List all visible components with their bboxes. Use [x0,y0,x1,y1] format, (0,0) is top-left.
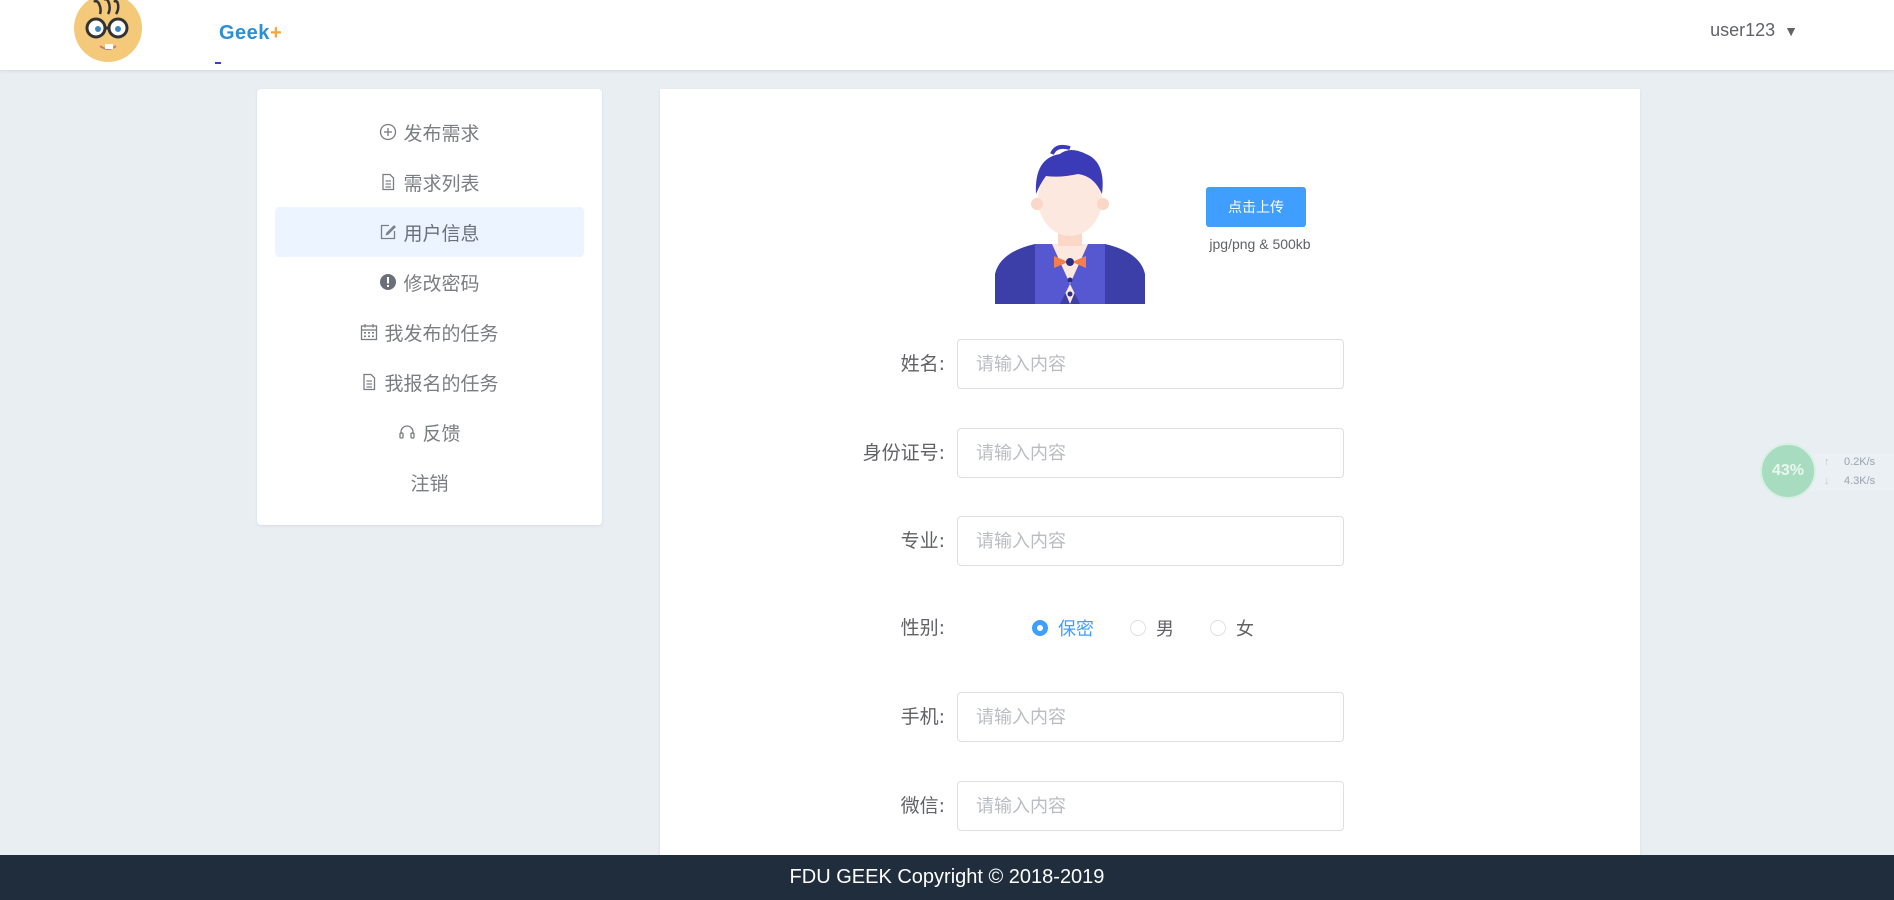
sidebar-item-label: 用户信息 [403,222,480,245]
page-footer: FDU GEEK Copyright © 2018-2019 [0,855,1894,900]
upload-tip-text: jpg/png & 500kb [1209,236,1311,252]
sidebar-item-label: 我报名的任务 [384,372,499,395]
arrow-up-icon: ↑ [1824,456,1830,468]
document-icon [379,173,397,191]
sidebar-menu: 发布需求 需求列表 用户信息 修改密码 我发布的任务 我报名的任务 反馈 注销 [257,89,602,525]
phone-input[interactable] [957,692,1344,742]
memory-usage-badge: 43% [1760,443,1816,499]
wechat-label: 微信: [900,795,945,817]
sidebar-item-label: 注销 [410,472,449,495]
copyright-text: FDU GEEK Copyright © 2018-2019 [789,866,1105,888]
major-label: 专业: [900,530,945,552]
sidebar-item-label: 发布需求 [403,122,480,145]
upload-speed: ↑ 0.2K/s [1824,456,1876,468]
radio-unchecked-icon [1210,620,1226,636]
warning-icon [379,273,397,291]
sidebar-item-my-published-tasks[interactable]: 我发布的任务 [275,307,584,357]
id-number-input[interactable] [957,428,1344,478]
download-speed: ↓ 4.3K/s [1824,475,1876,487]
logo-wordmark: Geek+ [219,22,283,44]
wechat-input[interactable] [957,781,1344,831]
user-info-card: 点击上传 jpg/png & 500kb 姓名: 身份证号: 专业: 性别: 保… [660,89,1640,889]
radio-checked-icon [1032,620,1048,636]
headset-icon [398,423,416,441]
major-input[interactable] [957,516,1344,566]
sidebar-item-label: 反馈 [422,422,461,445]
phone-label: 手机: [900,706,945,728]
sidebar-item-label: 需求列表 [403,172,480,195]
gender-radio-female[interactable]: 女 [1210,615,1254,641]
calendar-icon [360,323,378,341]
gender-radio-male[interactable]: 男 [1130,615,1174,641]
network-speed-widget[interactable]: ↑ 0.2K/s ↓ 4.3K/s 43% [1760,443,1894,501]
radio-unchecked-icon [1130,620,1146,636]
name-label: 姓名: [900,353,945,375]
sidebar-item-my-enrolled-tasks[interactable]: 我报名的任务 [275,357,584,407]
gender-label: 性别: [900,617,945,639]
caret-down-icon: ▼ [1784,23,1798,39]
sidebar-item-request-list[interactable]: 需求列表 [275,157,584,207]
gender-radio-group: 保密 男 女 [1032,603,1290,653]
name-input[interactable] [957,339,1344,389]
sidebar-item-label: 修改密码 [403,272,480,295]
edit-icon [379,223,397,241]
site-logo[interactable]: Geek+ [72,0,282,68]
sidebar-item-logout[interactable]: 注销 [275,457,584,507]
arrow-down-icon: ↓ [1824,475,1830,487]
sidebar-item-user-info[interactable]: 用户信息 [275,207,584,257]
sidebar-item-label: 我发布的任务 [384,322,499,345]
upload-avatar-button[interactable]: 点击上传 [1206,187,1306,227]
logo-underline-divider [215,62,221,64]
gender-radio-secret[interactable]: 保密 [1032,615,1094,641]
plus-circle-icon [379,123,397,141]
username-label: user123 [1710,20,1776,40]
sidebar-item-change-password[interactable]: 修改密码 [275,257,584,307]
user-dropdown[interactable]: user123 ▼ [1710,20,1798,41]
sidebar-item-feedback[interactable]: 反馈 [275,407,584,457]
sidebar-item-publish-request[interactable]: 发布需求 [275,107,584,157]
geek-face-logo-icon [74,0,142,62]
id-number-label: 身份证号: [862,442,945,464]
document-icon [360,373,378,391]
user-avatar-icon[interactable] [990,144,1150,304]
top-header: Geek+ user123 ▼ [0,0,1894,71]
